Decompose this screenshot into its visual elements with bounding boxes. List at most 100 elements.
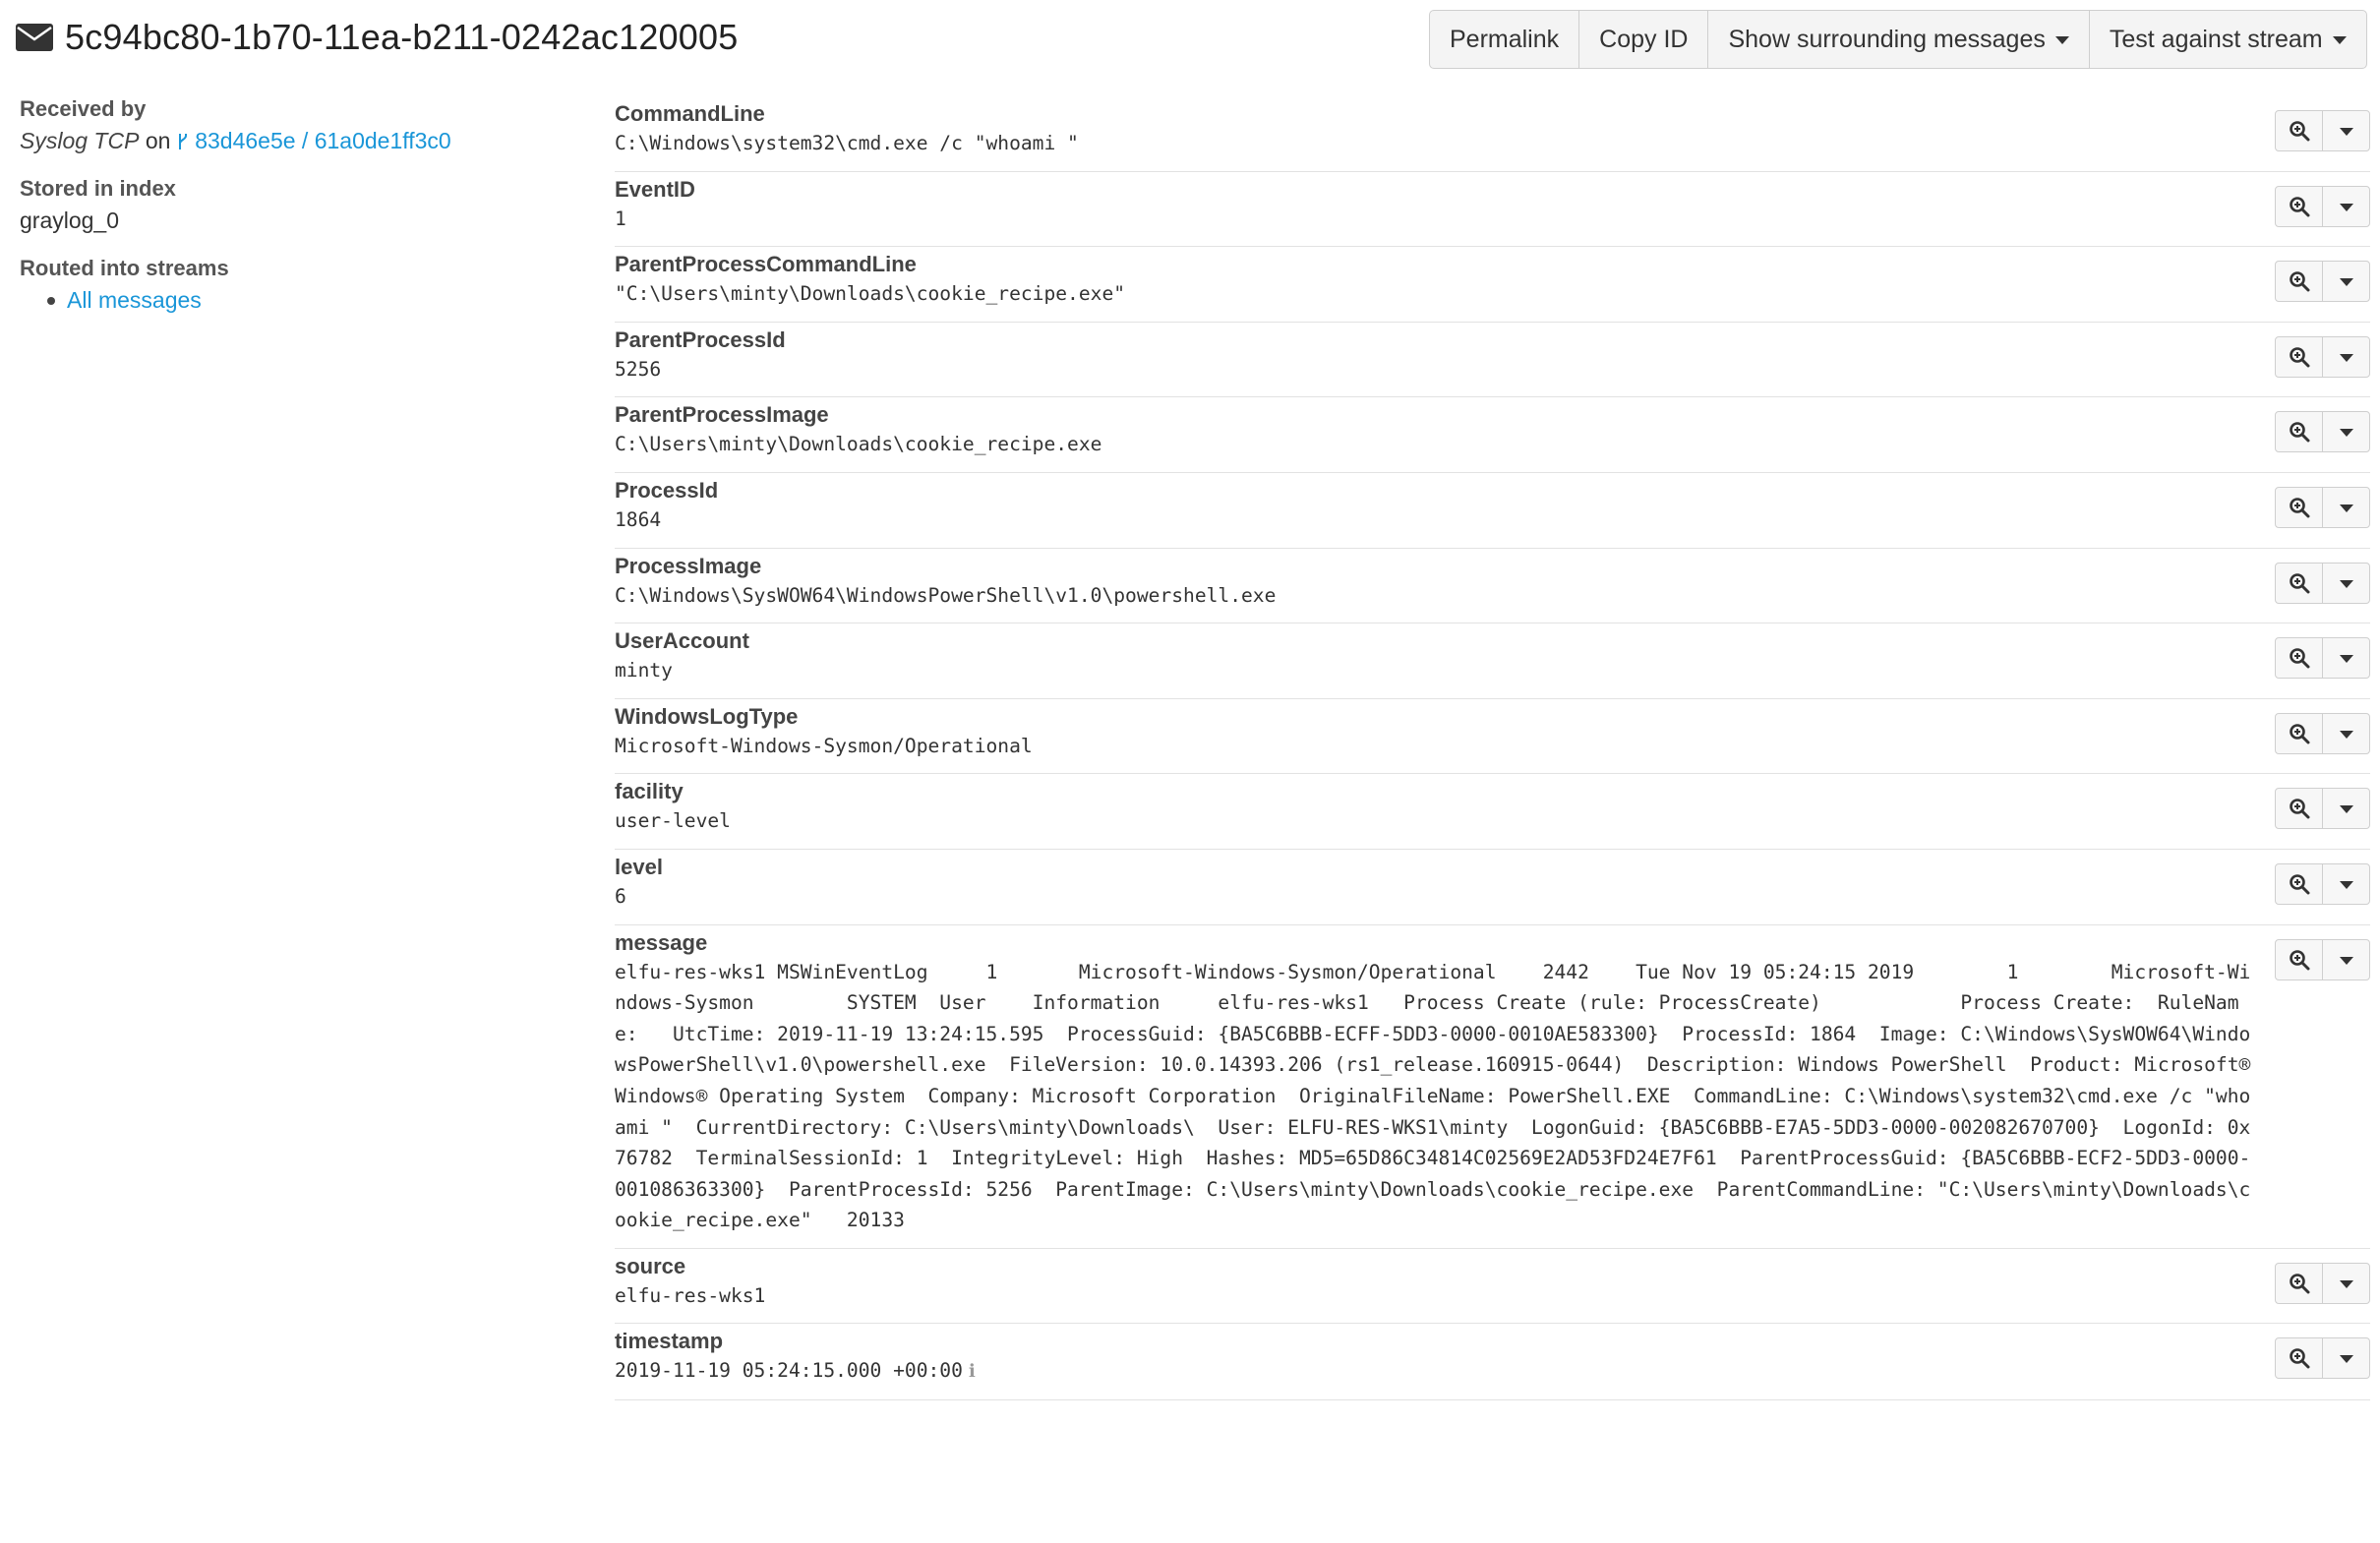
field-zoom-button[interactable] xyxy=(2276,563,2323,603)
zoom-in-icon xyxy=(2289,572,2309,594)
field-value-text: user-level xyxy=(615,809,731,833)
field-name: ParentProcessImage xyxy=(615,402,829,428)
caret-down-icon xyxy=(2339,504,2353,512)
input-name: Syslog TCP xyxy=(20,128,140,153)
field-value-text: 6 xyxy=(615,884,626,908)
field-value-text: minty xyxy=(615,659,673,682)
field-zoom-button[interactable] xyxy=(2276,111,2323,150)
zoom-in-icon xyxy=(2289,723,2309,744)
caret-down-icon xyxy=(2332,36,2347,44)
received-by-label: Received by xyxy=(20,96,147,121)
copy-id-button[interactable]: Copy ID xyxy=(1579,11,1709,68)
field-zoom-button[interactable] xyxy=(2276,939,2323,979)
caret-down-icon xyxy=(2339,128,2353,136)
field-value: minty xyxy=(615,655,2252,686)
zoom-in-icon xyxy=(2289,196,2309,217)
stream-link-all-messages[interactable]: All messages xyxy=(67,287,202,314)
message-field-row: ProcessId 1864 xyxy=(615,473,2370,549)
field-actions-dropdown[interactable] xyxy=(2323,412,2369,451)
field-zoom-button[interactable] xyxy=(2276,487,2323,527)
field-actions xyxy=(2275,1262,2370,1304)
field-zoom-button[interactable] xyxy=(2276,186,2323,226)
message-metadata-sidebar: Received by Syslog TCP on 83d46e5e / 61a… xyxy=(20,96,570,314)
field-name: ProcessImage xyxy=(615,553,762,578)
field-name: ProcessId xyxy=(615,477,719,503)
index-name: graylog_0 xyxy=(20,208,120,233)
field-name: timestamp xyxy=(615,1329,724,1354)
field-actions-dropdown[interactable] xyxy=(2323,564,2369,603)
field-zoom-button[interactable] xyxy=(2276,1263,2323,1303)
field-zoom-button[interactable] xyxy=(2276,789,2323,829)
zoom-in-icon xyxy=(2289,874,2309,895)
streams-list: All messages xyxy=(20,287,570,314)
message-field-row: ParentProcessId 5256 xyxy=(615,323,2370,398)
field-actions-dropdown[interactable] xyxy=(2323,111,2369,150)
caret-down-icon xyxy=(2339,278,2353,287)
zoom-in-icon xyxy=(2289,799,2309,819)
field-actions xyxy=(2275,862,2370,905)
field-zoom-button[interactable] xyxy=(2276,336,2323,377)
field-actions xyxy=(2275,261,2370,303)
zoom-in-icon xyxy=(2289,949,2309,971)
field-value: C:\Windows\SysWOW64\WindowsPowerShell\v1… xyxy=(615,580,2252,612)
show-surrounding-messages-dropdown[interactable]: Show surrounding messages xyxy=(1708,11,2090,68)
caret-down-icon xyxy=(2339,1355,2353,1364)
field-value: 6 xyxy=(615,881,2252,913)
field-value-text: Microsoft-Windows-Sysmon/Operational xyxy=(615,734,1033,757)
field-value: 5256 xyxy=(615,354,2252,386)
info-icon[interactable]: ℹ xyxy=(969,1361,976,1382)
field-name: source xyxy=(615,1253,686,1278)
caret-down-icon xyxy=(2339,429,2353,438)
caret-down-icon xyxy=(2339,730,2353,739)
message-field-row: level 6 xyxy=(615,850,2370,925)
field-value: elfu-res-wks1 xyxy=(615,1280,2252,1312)
field-zoom-button[interactable] xyxy=(2276,638,2323,679)
field-value-text: "C:\Users\minty\Downloads\cookie_recipe.… xyxy=(615,282,1126,306)
field-actions-dropdown[interactable] xyxy=(2323,1338,2369,1378)
field-zoom-button[interactable] xyxy=(2276,863,2323,904)
field-value: C:\Windows\system32\cmd.exe /c "whoami " xyxy=(615,128,2252,159)
field-actions-dropdown[interactable] xyxy=(2323,864,2369,904)
message-field-row: source elfu-res-wks1 xyxy=(615,1249,2370,1325)
field-actions-dropdown[interactable] xyxy=(2323,337,2369,377)
field-zoom-button[interactable] xyxy=(2276,1338,2323,1379)
field-actions-dropdown[interactable] xyxy=(2323,638,2369,678)
field-actions-dropdown[interactable] xyxy=(2323,488,2369,527)
zoom-in-icon xyxy=(2289,346,2309,368)
message-field-row: facility user-level xyxy=(615,774,2370,850)
field-value-text: C:\Windows\SysWOW64\WindowsPowerShell\v1… xyxy=(615,583,1277,607)
field-actions-dropdown[interactable] xyxy=(2323,1264,2369,1303)
field-zoom-button[interactable] xyxy=(2276,713,2323,753)
caret-down-icon xyxy=(2339,956,2353,965)
field-actions xyxy=(2275,938,2370,980)
test-against-stream-dropdown[interactable]: Test against stream xyxy=(2090,11,2366,68)
zoom-in-icon xyxy=(2289,422,2309,443)
caret-down-icon xyxy=(2339,880,2353,889)
message-fields-list: CommandLine C:\Windows\system32\cmd.exe /… xyxy=(615,96,2370,1401)
field-actions xyxy=(2275,110,2370,151)
test-stream-label: Test against stream xyxy=(2109,25,2323,53)
field-actions-dropdown[interactable] xyxy=(2323,714,2369,753)
message-field-row: timestamp 2019-11-19 05:24:15.000 +00:00 ℹ xyxy=(615,1324,2370,1401)
field-name: facility xyxy=(615,779,684,804)
field-value: 2019-11-19 05:24:15.000 +00:00 ℹ xyxy=(615,1355,2252,1388)
field-value: C:\Users\minty\Downloads\cookie_recipe.e… xyxy=(615,429,2252,460)
field-actions-dropdown[interactable] xyxy=(2323,789,2369,828)
zoom-in-icon xyxy=(2289,1274,2309,1294)
field-name: message xyxy=(615,929,708,955)
field-actions-dropdown[interactable] xyxy=(2323,262,2369,301)
field-actions xyxy=(2275,788,2370,830)
field-value-text: 5256 xyxy=(615,357,662,381)
show-surrounding-label: Show surrounding messages xyxy=(1728,25,2046,53)
node-link[interactable]: 83d46e5e / 61a0de1ff3c0 xyxy=(177,128,451,153)
message-field-row: ParentProcessImage C:\Users\minty\Downloa… xyxy=(615,397,2370,473)
field-zoom-button[interactable] xyxy=(2276,262,2323,302)
node-link-label: 83d46e5e / 61a0de1ff3c0 xyxy=(195,128,451,153)
field-actions-dropdown[interactable] xyxy=(2323,940,2369,979)
permalink-button[interactable]: Permalink xyxy=(1430,11,1580,68)
field-actions-dropdown[interactable] xyxy=(2323,187,2369,226)
field-actions xyxy=(2275,1337,2370,1380)
field-actions xyxy=(2275,562,2370,604)
field-value: 1 xyxy=(615,204,2252,235)
field-zoom-button[interactable] xyxy=(2276,412,2323,452)
